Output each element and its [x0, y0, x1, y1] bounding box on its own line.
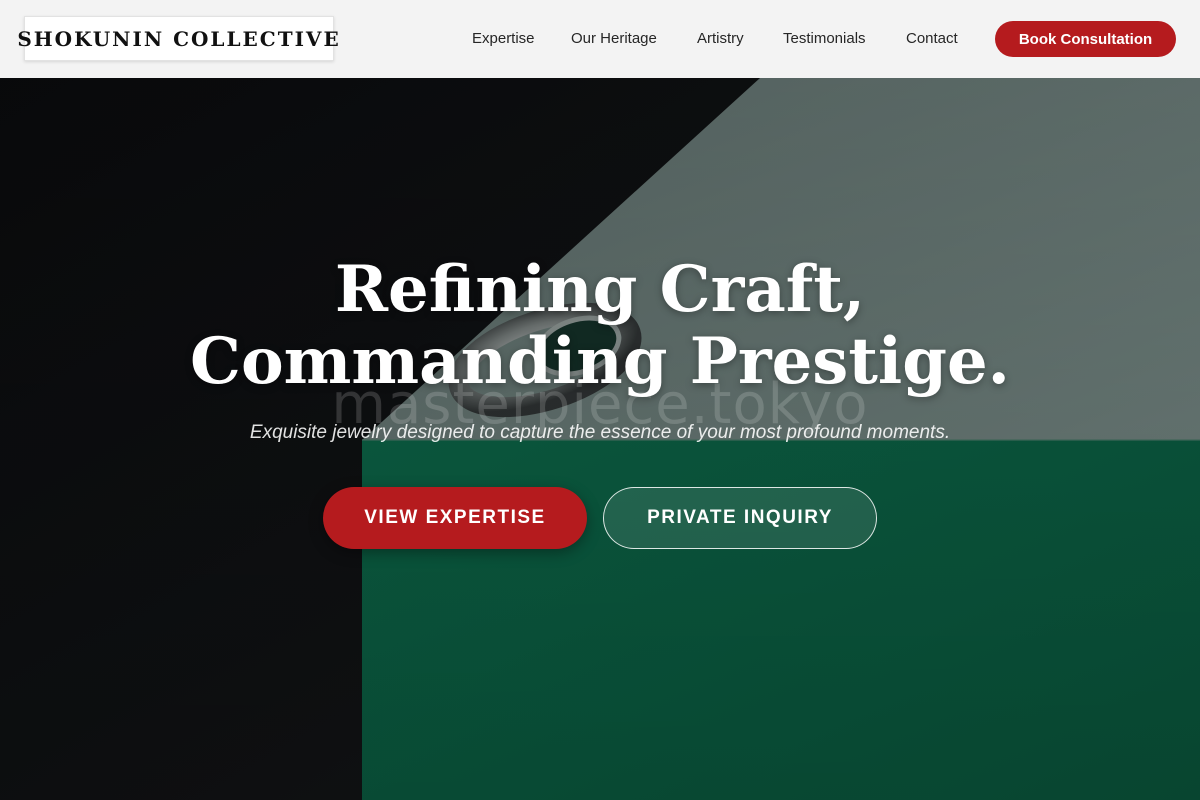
- view-expertise-button[interactable]: VIEW EXPERTISE: [323, 487, 587, 549]
- hero-title-line-1: Refining Craft,: [334, 252, 866, 327]
- brand-logo[interactable]: SHOKUNIN COLLECTIVE: [17, 16, 339, 61]
- nav-link-expertise[interactable]: Expertise: [472, 28, 535, 50]
- nav-link-artistry[interactable]: Artistry: [697, 28, 744, 50]
- hero-title-line-2: Commanding Prestige.: [190, 324, 1010, 399]
- private-inquiry-button[interactable]: PRIVATE INQUIRY: [603, 487, 877, 549]
- book-consultation-button[interactable]: Book Consultation: [995, 21, 1176, 57]
- hero-section: masterpiece.tokyo Refining Craft, Comman…: [0, 78, 1200, 800]
- nav-link-testimonials[interactable]: Testimonials: [783, 28, 866, 50]
- hero-subtitle: Exquisite jewelry designed to capture th…: [249, 422, 951, 443]
- hero-title: Refining Craft, Commanding Prestige.: [0, 254, 1200, 398]
- nav-link-contact[interactable]: Contact: [906, 28, 958, 50]
- nav-link-our-heritage[interactable]: Our Heritage: [571, 28, 657, 50]
- site-header: SHOKUNIN COLLECTIVE Expertise Our Herita…: [0, 0, 1200, 78]
